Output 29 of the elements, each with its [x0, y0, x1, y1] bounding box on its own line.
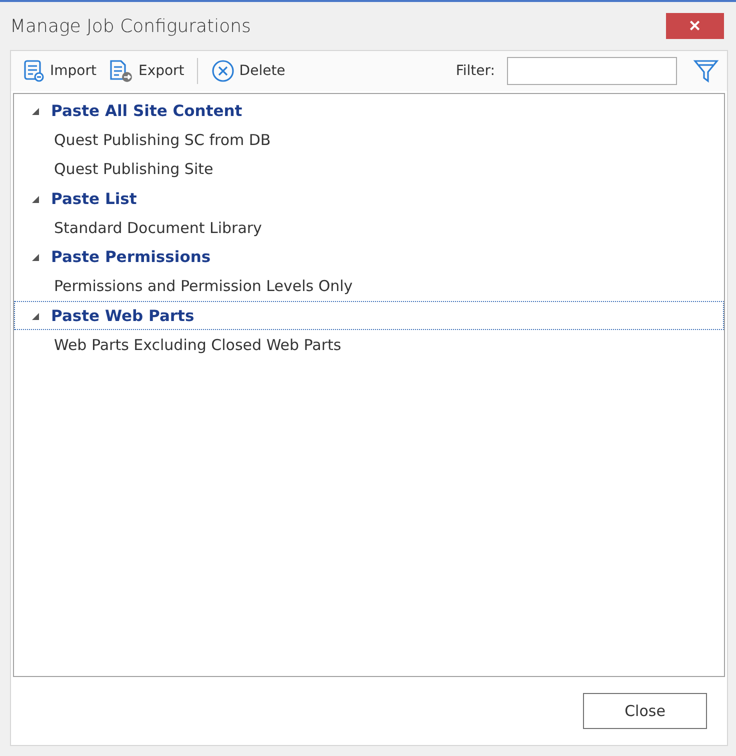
tree-group[interactable]: Paste Permissions: [14, 242, 724, 272]
expand-icon[interactable]: [31, 194, 39, 202]
tree-item[interactable]: Web Parts Excluding Closed Web Parts: [14, 330, 724, 360]
filter-label: Filter:: [456, 63, 495, 79]
document-icon: [22, 59, 46, 83]
group-label: Paste List: [51, 190, 137, 208]
tree-item[interactable]: Permissions and Permission Levels Only: [14, 272, 724, 301]
tree-group[interactable]: Paste All Site Content: [14, 96, 724, 125]
group-label: Paste Permissions: [51, 248, 211, 266]
close-button[interactable]: ✕: [666, 13, 724, 39]
tree-item[interactable]: Standard Document Library: [14, 213, 724, 242]
tree-item[interactable]: Quest Publishing SC from DB: [14, 125, 724, 154]
close-button[interactable]: Close: [583, 693, 707, 729]
group-label: Paste All Site Content: [51, 102, 242, 120]
import-button[interactable]: Import: [19, 57, 100, 85]
document-arrow-icon: [108, 59, 134, 83]
tree-item[interactable]: Quest Publishing Site: [14, 154, 724, 184]
expand-icon[interactable]: [31, 253, 39, 261]
filter-field[interactable]: [507, 57, 677, 85]
close-circle-icon: [211, 59, 236, 83]
group-label: Paste Web Parts: [51, 306, 194, 324]
tree-group[interactable]: Paste Web Parts: [14, 301, 724, 330]
expand-icon[interactable]: [31, 312, 39, 320]
export-button[interactable]: Export: [105, 57, 188, 85]
filter-icon[interactable]: [693, 58, 719, 84]
delete-button[interactable]: Delete: [208, 57, 288, 85]
expand-icon[interactable]: [31, 106, 39, 114]
window-title: Manage Job Configurations: [10, 16, 251, 36]
tree-group[interactable]: Paste List: [14, 184, 724, 213]
